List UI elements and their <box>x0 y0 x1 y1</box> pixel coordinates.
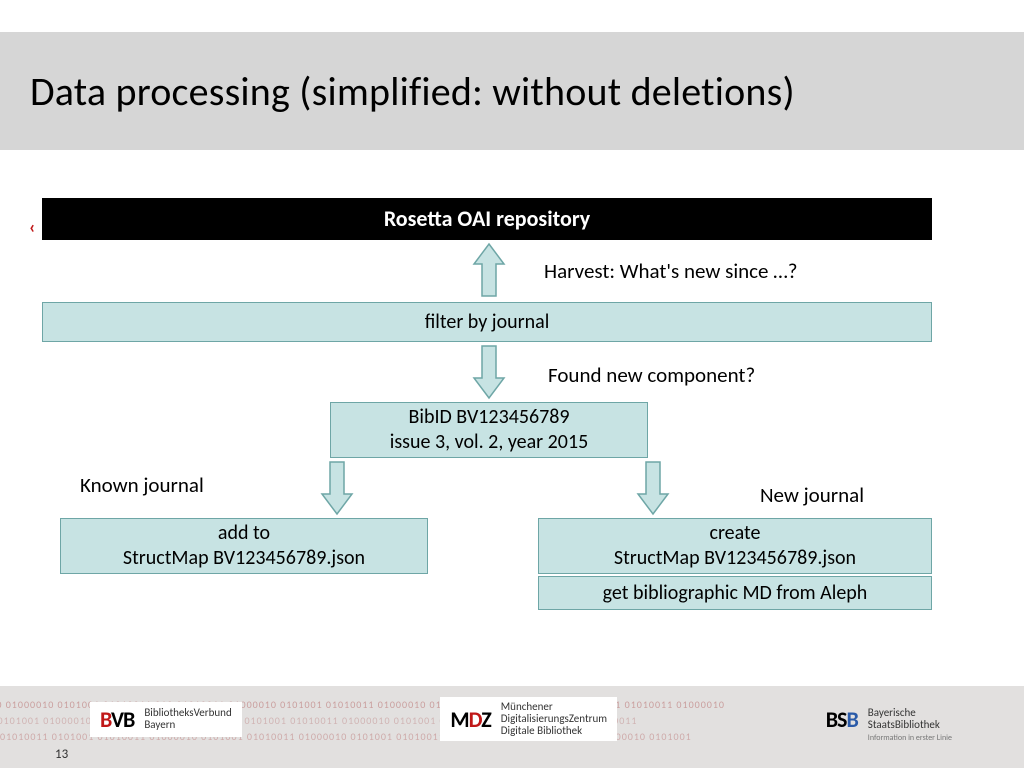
arrow-down-right-icon <box>636 460 670 516</box>
logo-mdz: MDZ Münchener DigitalisierungsZentrum Di… <box>440 697 617 741</box>
node-create-l1: create <box>710 521 761 546</box>
arrow-down-icon <box>472 344 506 400</box>
title-bar: Data processing (simplified: without del… <box>0 32 1024 150</box>
footer: 0100010 01000010 0101001 01010011 010 01… <box>0 686 1024 768</box>
logo-bvb-mark: BVB <box>100 706 134 733</box>
node-add: add to StructMap BV123456789.json <box>60 518 428 574</box>
logo-bsb: BSB Bayerische StaatsBibliothek Informat… <box>816 691 962 747</box>
node-filter: filter by journal <box>42 302 932 342</box>
label-harvest: Harvest: What's new since …? <box>544 258 798 284</box>
node-bibid-l2: issue 3, vol. 2, year 2015 <box>390 430 588 455</box>
flowchart: Rosetta OAI repository Harvest: What's n… <box>0 190 1024 670</box>
page-number: 13 <box>55 747 68 762</box>
logo-mdz-sub: Münchener DigitalisierungsZentrum Digita… <box>501 701 607 737</box>
node-aleph: get bibliographic MD from Aleph <box>538 576 932 610</box>
node-rosetta-label: Rosetta OAI repository <box>384 205 590 233</box>
label-new: New journal <box>760 482 864 508</box>
node-bibid: BibID BV123456789 issue 3, vol. 2, year … <box>330 402 648 458</box>
node-add-l2: StructMap BV123456789.json <box>123 546 365 571</box>
node-add-l1: add to <box>218 521 270 546</box>
logo-bsb-mark: BSB <box>826 706 858 733</box>
slide: Data processing (simplified: without del… <box>0 0 1024 768</box>
slide-title: Data processing (simplified: without del… <box>30 67 795 116</box>
node-aleph-label: get bibliographic MD from Aleph <box>603 581 868 606</box>
node-bibid-l1: BibID BV123456789 <box>408 405 569 430</box>
arrow-down-left-icon <box>320 460 354 516</box>
logo-mdz-mark: MDZ <box>450 706 490 733</box>
logo-bvb-sub: BibliotheksVerbund Bayern <box>144 707 231 731</box>
node-create-l2: StructMap BV123456789.json <box>614 546 856 571</box>
label-known: Known journal <box>80 472 204 498</box>
label-found: Found new component? <box>548 362 755 388</box>
node-create: create StructMap BV123456789.json <box>538 518 932 574</box>
footer-logos: BVB BibliotheksVerbund Bayern MDZ Münche… <box>0 694 1024 744</box>
logo-bvb: BVB BibliotheksVerbund Bayern <box>90 702 242 737</box>
node-filter-label: filter by journal <box>425 310 550 335</box>
logo-bsb-sub: Bayerische StaatsBibliothek Information … <box>868 695 952 743</box>
arrow-up-icon <box>472 242 506 298</box>
node-rosetta: Rosetta OAI repository <box>42 198 932 240</box>
